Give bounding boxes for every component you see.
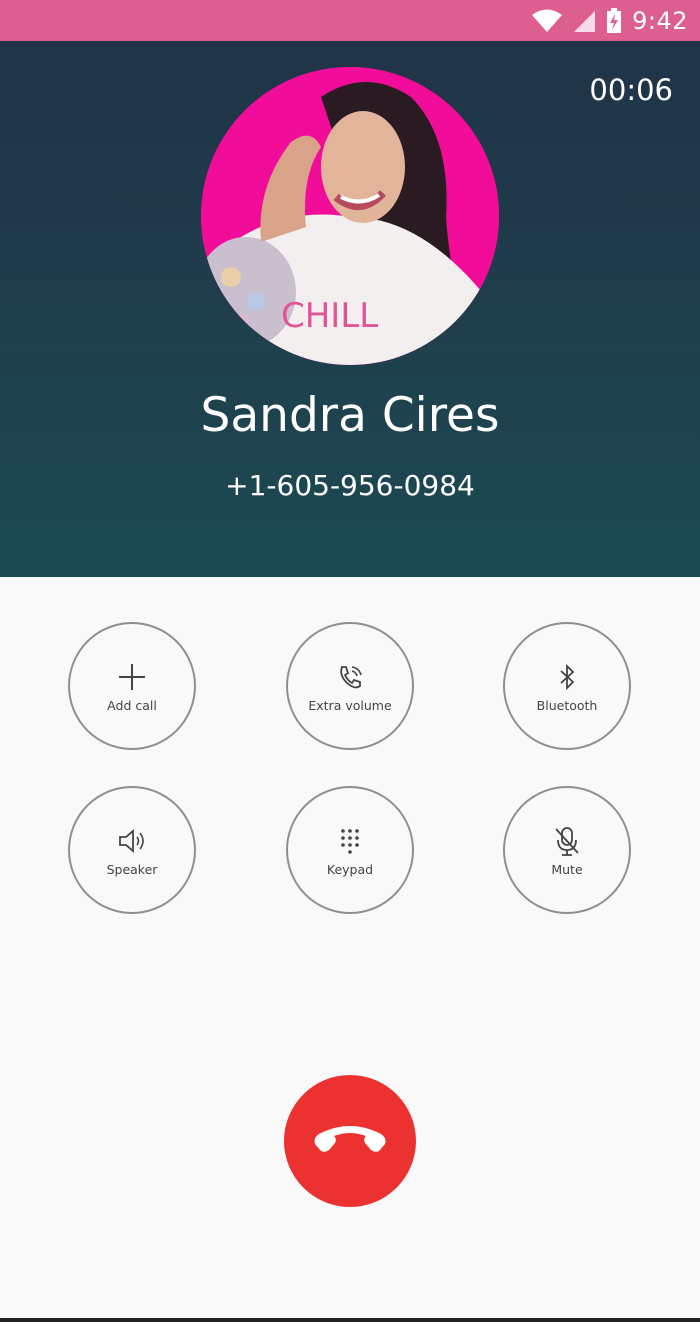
status-time: 9:42 xyxy=(632,6,688,35)
keypad-label: Keypad xyxy=(326,861,374,877)
contact-avatar: CHILL xyxy=(201,67,499,365)
phone-volume-icon xyxy=(333,660,367,694)
mute-button[interactable]: Mute xyxy=(503,786,631,914)
speaker-label: Speaker xyxy=(106,861,158,877)
extra-volume-label: Extra volume xyxy=(308,697,392,713)
end-call-button[interactable] xyxy=(284,1075,416,1207)
bottom-edge xyxy=(0,1318,700,1322)
mic-off-icon xyxy=(550,824,584,858)
bluetooth-icon xyxy=(550,660,584,694)
end-call-icon xyxy=(311,1124,389,1159)
speaker-button[interactable]: Speaker xyxy=(68,786,196,914)
status-bar: 9:42 xyxy=(0,0,700,41)
keypad-icon xyxy=(333,824,367,858)
add-call-label: Add call xyxy=(107,697,157,713)
contact-number: +1-605-956-0984 xyxy=(225,469,475,502)
bluetooth-label: Bluetooth xyxy=(536,697,598,713)
svg-text:CHILL: CHILL xyxy=(281,296,378,336)
signal-icon xyxy=(574,10,596,32)
mute-label: Mute xyxy=(551,861,583,877)
speaker-icon xyxy=(115,824,149,858)
battery-charging-icon xyxy=(607,7,622,33)
wifi-icon xyxy=(532,9,563,32)
plus-icon xyxy=(115,660,149,694)
contact-name: Sandra Cires xyxy=(200,388,500,443)
keypad-button[interactable]: Keypad xyxy=(286,786,414,914)
extra-volume-button[interactable]: Extra volume xyxy=(286,622,414,750)
call-header: 00:06 CHILL Sandra Cires +1-605-956-0984 xyxy=(0,41,700,577)
add-call-button[interactable]: Add call xyxy=(68,622,196,750)
bluetooth-button[interactable]: Bluetooth xyxy=(503,622,631,750)
call-timer: 00:06 xyxy=(589,73,673,107)
